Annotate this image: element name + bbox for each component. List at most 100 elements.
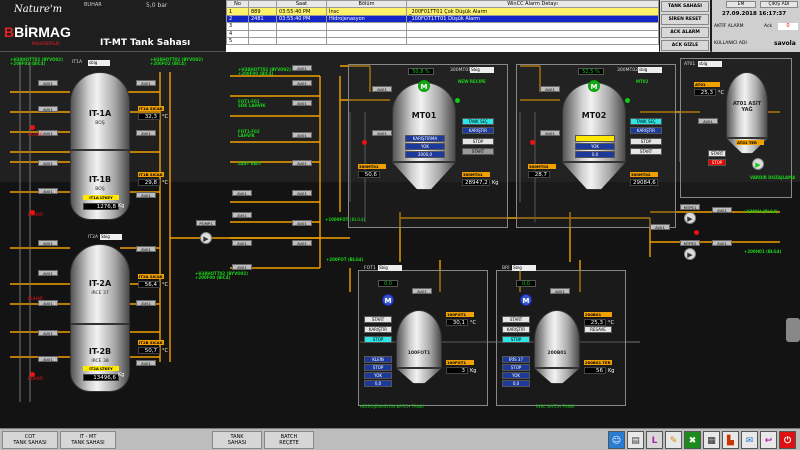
fot1-stop-box[interactable]: STOP (364, 364, 392, 371)
valve-av01[interactable]: AV01 (136, 246, 156, 252)
mt02-tank[interactable]: MT02 YOK 0,0 (562, 82, 626, 162)
valve-av01[interactable]: AV01 (292, 190, 312, 196)
bot1-mixer-icon[interactable]: M (520, 294, 532, 306)
mail-icon[interactable]: ✉ (741, 431, 758, 449)
mt01-stop-button[interactable]: STOP (462, 138, 494, 145)
valve-av01[interactable]: AV01 (38, 330, 58, 336)
bot1-stop-box[interactable]: STOP (502, 364, 530, 371)
valve-av01[interactable]: AV01 (712, 207, 732, 213)
mt01-header-input[interactable]: Sbig (470, 67, 494, 73)
bot1-tank[interactable]: 200B01 (534, 310, 580, 368)
tank-sahasi-button[interactable]: TANK SAHASI (661, 1, 709, 12)
bot1-stop-button[interactable]: STOP (502, 336, 530, 343)
valve-av01[interactable]: AV01 (136, 360, 156, 366)
cikis-button[interactable]: ÇIKIŞ ADI (760, 1, 798, 8)
valve-av01[interactable]: AV01 (292, 220, 312, 226)
valve-av01[interactable]: AV01 (712, 240, 732, 246)
document-icon[interactable]: ▤ (627, 431, 644, 449)
pump-icon[interactable]: ▶ (684, 248, 696, 260)
power-icon[interactable]: ⏻ (779, 431, 796, 449)
fot1-start-button[interactable]: START (364, 316, 392, 323)
pump-icon[interactable]: ▶ (684, 212, 696, 224)
valve-av01[interactable]: AV01 (38, 188, 58, 194)
bot1-yok[interactable]: YOK (502, 372, 530, 379)
scroll-handle[interactable] (786, 318, 800, 342)
valve-av01[interactable]: AV01 (650, 224, 670, 230)
valve-av01[interactable]: AV01 (136, 130, 156, 136)
ack-gizle-button[interactable]: ACK GİZLE (661, 40, 709, 51)
edit-icon[interactable]: ✎ (665, 431, 682, 449)
it1-header-input[interactable]: sbig (88, 60, 110, 66)
valve-av01[interactable]: AV01 (292, 132, 312, 138)
mt02-stop-button[interactable]: STOP (630, 138, 662, 145)
at01-tank[interactable]: AT01 ASİT YAĞ (726, 72, 768, 138)
valve-av01[interactable]: AV01 (38, 356, 58, 362)
nav-batch-recete[interactable]: BATCH REÇETE (264, 431, 314, 449)
fot1-mixer-icon[interactable]: M (382, 294, 394, 306)
fot1-stop-button[interactable]: STOP (364, 336, 392, 343)
valve-av01[interactable]: AV01 (292, 240, 312, 246)
tools-icon[interactable]: ✖ (684, 431, 701, 449)
valve-av01[interactable]: AV01 (292, 160, 312, 166)
mt01-tank-sec-button[interactable]: TANK SEÇ (462, 118, 494, 125)
at01-header-input[interactable]: sbig (698, 61, 722, 67)
mt01-karistir-button[interactable]: KARIŞTIR (462, 127, 494, 134)
em-button[interactable]: EM (726, 1, 756, 8)
mt01-mixer-icon[interactable]: M (418, 80, 430, 92)
alarm-row[interactable]: 4 (226, 29, 659, 38)
nav-tank-sahasi[interactable]: TANK SAHASI (212, 431, 262, 449)
valve-av01[interactable]: AV01 (550, 288, 570, 294)
mt01-start-button[interactable]: START (462, 148, 494, 155)
valve-av01[interactable]: AV01 (38, 270, 58, 276)
pump-icon[interactable]: ▶ (200, 232, 212, 244)
back-icon[interactable]: ↩ (760, 431, 777, 449)
nav-itmt[interactable]: IT - MT TANK SAHASI (60, 431, 116, 449)
valve-av01[interactable]: AV01 (292, 80, 312, 86)
valve-av01[interactable]: AV01 (540, 130, 560, 136)
fot1-val[interactable]: 0,0 (364, 380, 392, 387)
valve-av01[interactable]: AV01 (38, 160, 58, 166)
bot1-header-input[interactable]: Sbig (512, 265, 536, 271)
valve-av01[interactable]: AV01 (292, 65, 312, 71)
fot1-tank[interactable]: 100FOT1 (396, 310, 442, 368)
valve-av01[interactable]: AV01 (412, 288, 432, 294)
at01-stop-button[interactable]: STOP (708, 159, 726, 166)
valve-av01[interactable]: AV01 (372, 86, 392, 92)
fot1-header-input[interactable]: Sbig (378, 265, 402, 271)
bot1-resave-button[interactable]: RESAVE (584, 326, 612, 333)
valve-av01[interactable]: AV01 (232, 264, 252, 270)
bot1-start-button[interactable]: START (502, 316, 530, 323)
it1b-tank[interactable]: IT-1B BOŞ IT1A LTKEY 1276,8 (70, 150, 130, 220)
valve-av01[interactable]: AV01 (38, 106, 58, 112)
fot1-klein[interactable]: KLEİN (364, 356, 392, 363)
bot1-karistir-button[interactable]: KARIŞTIR (502, 326, 530, 333)
mt02-tank-sec-button[interactable]: TANK SEÇ (630, 118, 662, 125)
valve-av01[interactable]: AV01 (38, 240, 58, 246)
alarm-row[interactable]: 2 2481 03:55:40 PM Hidrojenasyon _100FOT1TT0… (226, 14, 659, 24)
mt01-tank[interactable]: MT01 KARIŞTIRMA YOK 2000,0 (392, 82, 456, 162)
chart-icon[interactable]: ▙ (722, 431, 739, 449)
it2b-tank[interactable]: IT-2B IRCE 38 IT2A LTKEY 13496,6 (70, 324, 130, 392)
bot1-val[interactable]: 0,0 (502, 380, 530, 387)
valve-av01[interactable]: AV01 (540, 86, 560, 92)
mt02-start-button[interactable]: START (630, 148, 662, 155)
alarm-row[interactable]: 5 (226, 36, 659, 46)
siren-reset-button[interactable]: SİREN RESET (661, 14, 709, 25)
at01-pump-icon[interactable]: ▶ (752, 158, 764, 170)
ack-alarm-button[interactable]: ACK ALARM (661, 27, 709, 38)
valve-av01[interactable]: AV01 (38, 80, 58, 86)
fot1-karistir-button[interactable]: KARIŞTIR (364, 326, 392, 333)
valve-av01[interactable]: AV01 (136, 192, 156, 198)
nav-cot[interactable]: COT TANK SAHASI (2, 431, 58, 449)
grid-icon[interactable]: ▦ (703, 431, 720, 449)
valve-av01[interactable]: AV01 (136, 80, 156, 86)
bot1-iris[interactable]: İRİS 37 (502, 356, 530, 363)
valve-av01[interactable]: AV01 (292, 100, 312, 106)
mt02-karistir-button[interactable]: KARIŞTIR (630, 127, 662, 134)
valve-av01[interactable]: AV01 (698, 118, 718, 124)
it2a-tank[interactable]: IT-2A IRCE 37 (70, 244, 130, 324)
at01-start-button[interactable]: START (708, 150, 726, 157)
mt02-header-input[interactable]: sbig (638, 67, 662, 73)
alarm-table[interactable]: No Saat Bölüm WinCC Alarm Detayı 1 889 03:… (226, 0, 659, 52)
valve-av01[interactable]: AV01 (232, 190, 252, 196)
